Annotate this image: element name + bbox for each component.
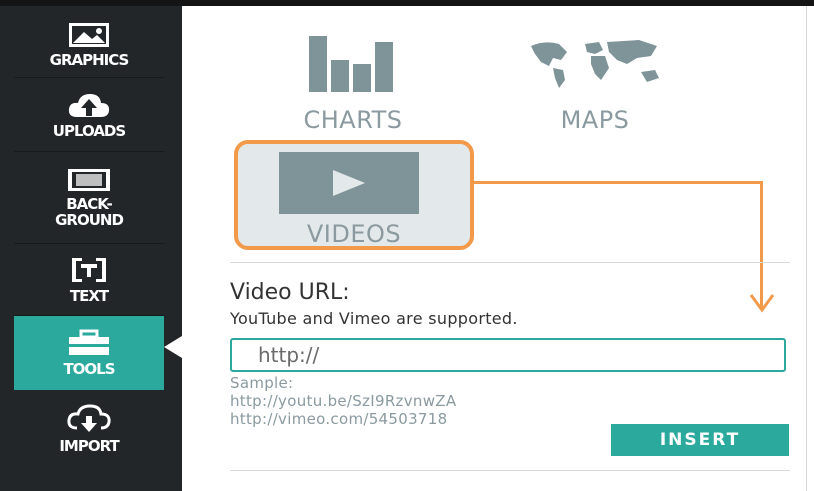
sidebar-item-background[interactable]: BACK- GROUND [14,152,164,244]
text-icon [70,256,108,284]
scroll-edge [806,6,814,491]
world-map-icon [515,34,675,96]
bar-chart-icon [291,34,415,96]
divider [230,262,790,263]
divider [230,470,790,471]
maps-tile[interactable]: MAPS [510,34,680,134]
sidebar-item-graphics[interactable]: GRAPHICS [14,12,164,78]
sidebar: GRAPHICS UPLOADS BACK- GROUND TEXT TOOLS… [0,6,182,491]
insert-button[interactable]: INSERT [611,424,789,456]
sample-url-youtube: http://youtu.be/SzI9RzvnwZA [230,392,457,410]
sidebar-item-label: BACK- GROUND [55,194,124,229]
background-icon [67,168,111,192]
arrow-down-icon [749,294,775,313]
sidebar-item-uploads[interactable]: UPLOADS [14,78,164,152]
sidebar-item-label: TEXT [69,286,109,305]
sidebar-item-tools[interactable]: TOOLS [14,316,164,390]
supported-services-text: YouTube and Vimeo are supported. [230,309,518,328]
videos-tile[interactable]: VIDEOS [234,140,474,250]
video-url-heading: Video URL: [230,280,350,305]
videos-label: VIDEOS [306,220,402,248]
sidebar-item-label: IMPORT [59,437,119,455]
sidebar-item-label: TOOLS [63,360,115,378]
highlight-connector [474,181,762,184]
charts-tile[interactable]: CHARTS [268,34,438,134]
highlight-connector [760,181,763,309]
sidebar-item-text[interactable]: TEXT [14,244,164,316]
sidebar-item-label: UPLOADS [52,121,126,140]
sample-label: Sample: [230,374,294,392]
sidebar-item-import[interactable]: IMPORT [14,390,164,468]
play-icon [279,152,419,214]
video-url-input[interactable] [230,338,786,372]
sample-url-vimeo: http://vimeo.com/54503718 [230,410,448,428]
cloud-download-icon [67,404,111,434]
sidebar-item-label: GRAPHICS [49,50,130,69]
cloud-upload-icon [67,91,111,119]
charts-label: CHARTS [303,106,403,134]
image-icon [68,22,110,48]
maps-label: MAPS [560,106,630,134]
toolbox-icon [67,329,111,357]
active-indicator [164,336,182,358]
